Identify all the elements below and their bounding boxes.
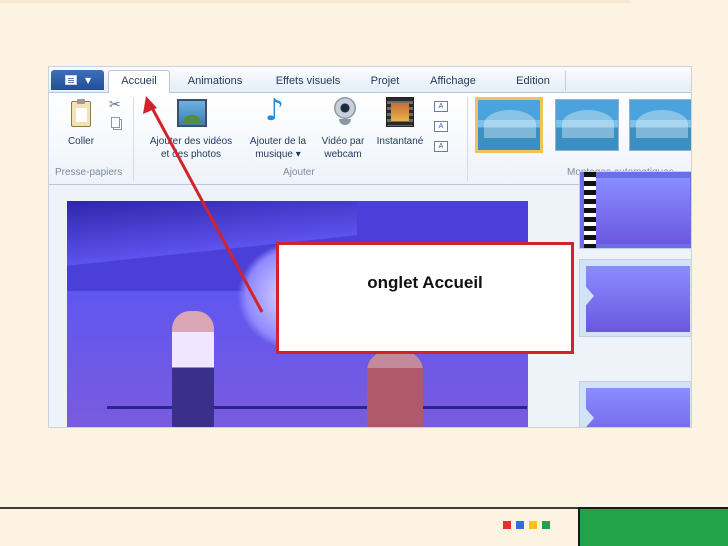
autotheme-thumbnail[interactable] [475, 97, 543, 153]
footer-square-green [542, 521, 550, 529]
file-menu-icon [65, 75, 77, 85]
video-dancer [367, 351, 423, 427]
file-menu-button[interactable]: ▼ [51, 70, 104, 90]
footer-square-red [503, 521, 511, 529]
tab-affichage[interactable]: Affichage [421, 72, 485, 93]
add-music-button[interactable]: Ajouter de la musique ▾ [243, 135, 313, 161]
storyboard-clip[interactable] [579, 259, 691, 337]
add-music-label-line1: Ajouter de la [249, 136, 307, 147]
add-videos-label-line2: et des photos [160, 149, 222, 160]
credits-icon[interactable]: A [434, 141, 448, 152]
add-videos-label-line1: Ajouter des vidéos [149, 136, 233, 147]
footer-square-yellow [529, 521, 537, 529]
music-note-icon[interactable]: ♪ [265, 93, 284, 128]
footer-square-blue [516, 521, 524, 529]
film-strip-icon [584, 172, 596, 248]
transition-marker [580, 280, 594, 312]
footer-green-block [578, 507, 728, 546]
webcam-icon[interactable] [334, 97, 356, 125]
storyboard-clip[interactable] [579, 171, 691, 249]
group-label-add: Ajouter [283, 167, 315, 178]
clipboard-icon[interactable] [71, 99, 91, 127]
tab-animations[interactable]: Animations [179, 72, 251, 93]
ribbon-tab-bar: ▼ Accueil Animations Effets visuels Proj… [49, 67, 691, 94]
tab-accueil[interactable]: Accueil [108, 70, 170, 94]
add-music-label-line2: musique ▾ [255, 149, 301, 160]
webcam-video-button[interactable]: Vidéo par webcam [315, 135, 371, 161]
tab-separator [565, 71, 566, 91]
tab-effets-visuels[interactable]: Effets visuels [267, 72, 349, 93]
tab-edition[interactable]: Edition [507, 72, 559, 93]
clip-frame [586, 388, 690, 427]
chevron-down-icon: ▼ [85, 76, 92, 85]
tab-projet[interactable]: Projet [363, 72, 407, 93]
title-icon[interactable]: A [434, 101, 448, 112]
slide: ▼ Accueil Animations Effets visuels Proj… [0, 0, 728, 546]
paste-button[interactable]: Coller [61, 135, 101, 148]
transition-marker [580, 402, 594, 427]
group-separator [133, 97, 134, 181]
add-video-icon[interactable] [177, 99, 207, 127]
annotation-callout: onglet Accueil [276, 242, 574, 354]
group-separator [467, 97, 468, 181]
storyboard-clip[interactable] [579, 381, 691, 427]
clip-frame [586, 266, 690, 332]
video-barre [107, 406, 527, 409]
add-videos-button[interactable]: Ajouter des vidéos et des photos [143, 135, 239, 161]
snapshot-icon[interactable] [386, 97, 414, 127]
group-label-clipboard: Presse-papiers [55, 167, 123, 178]
autotheme-thumbnail[interactable] [629, 99, 691, 151]
video-dancer [172, 311, 214, 427]
webcam-label-line2: webcam [324, 149, 362, 160]
top-decor-line [0, 0, 630, 3]
snapshot-button[interactable]: Instantané [371, 135, 429, 148]
webcam-label-line1: Vidéo par [321, 136, 365, 147]
copy-icon[interactable] [111, 117, 120, 128]
clip-frame [586, 178, 690, 244]
autotheme-thumbnail[interactable] [555, 99, 619, 151]
callout-text: onglet Accueil [367, 273, 483, 292]
scissors-icon[interactable]: ✂ [109, 97, 121, 113]
footer-line [0, 507, 578, 509]
caption-icon[interactable]: A [434, 121, 448, 132]
